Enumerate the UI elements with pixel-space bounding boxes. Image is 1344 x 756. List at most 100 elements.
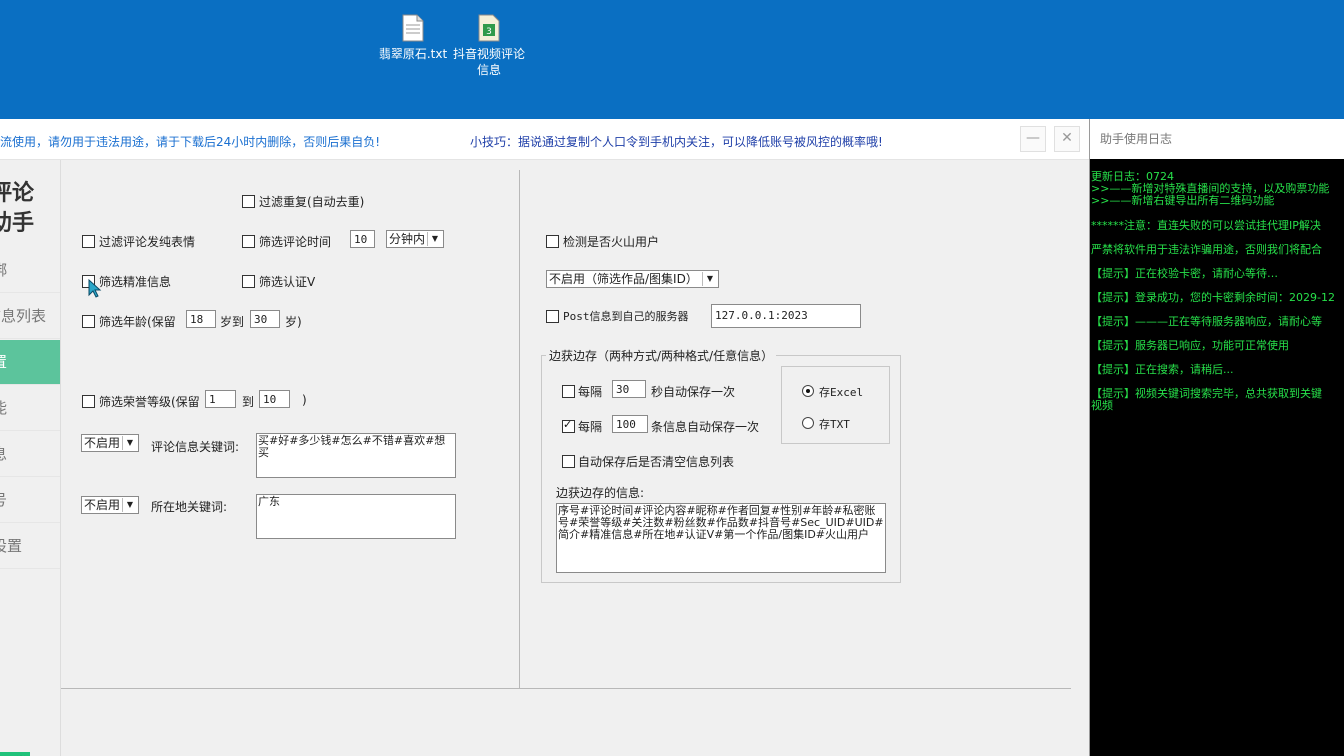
age-checkbox[interactable] xyxy=(82,315,95,328)
log-line: >>——新增右键导出所有二维码功能 xyxy=(1091,194,1275,207)
save-excel-label: 存Excel xyxy=(819,386,864,399)
log-line: >>——新增对特殊直播间的支持，以及购票功能 xyxy=(1091,182,1330,195)
desktop-icon-label: 翡翠原石.txt xyxy=(378,47,448,61)
sidebar-item-label: 置 xyxy=(0,353,7,371)
desktop-icon-excel-file[interactable]: 3 抖音视频评论 信息 xyxy=(450,14,528,78)
desktop-icon-label-line2: 信息 xyxy=(476,63,501,77)
log-line: 【提示】正在校验卡密，请耐心等待… xyxy=(1091,267,1278,280)
comment-keyword-mode-select[interactable]: 不启用 ▼ xyxy=(81,434,139,452)
honor-checkbox[interactable] xyxy=(82,395,95,408)
log-line: 【提示】登录成功，您的卡密剩余时间：2029-12 xyxy=(1091,291,1335,304)
precise-label: 筛选精准信息 xyxy=(99,275,172,289)
log-panel: 助手使用日志 更新日志：0724 >>——新增对特殊直播间的支持，以及购票功能 … xyxy=(1089,119,1344,756)
age-unit-label: 岁) xyxy=(285,315,302,329)
select-value: 分钟内 xyxy=(389,232,426,246)
location-keyword-textarea[interactable]: 广东 xyxy=(256,494,456,539)
comment-time-input[interactable]: 10 xyxy=(350,230,375,248)
notice-bar: 交流使用，请勿用于违法用途，请于下载后24小时内删除，否则后果自负! 小技巧：据… xyxy=(0,119,1089,160)
chevron-down-icon: ▼ xyxy=(702,272,717,286)
sidebar-item-info[interactable]: 息 xyxy=(0,432,60,477)
comment-keyword-textarea[interactable]: 买#好#多少钱#怎么#不错#喜欢#想买 xyxy=(256,433,456,478)
sidebar-item-label: 息 xyxy=(0,445,7,463)
app-logo-line1: 评论 xyxy=(0,180,35,206)
comment-keyword-label: 评论信息关键词: xyxy=(151,440,240,454)
sidebar-item-setup[interactable]: 设置 xyxy=(0,524,60,569)
log-line: ******注意：直连失败的可以尝试挂代理IP解决 xyxy=(1091,219,1321,232)
select-value: 不启用 xyxy=(84,436,121,450)
chevron-down-icon: ▼ xyxy=(427,232,442,246)
desktop-icon-txt-file[interactable]: 翡翠原石.txt xyxy=(378,14,448,62)
age-to-input[interactable]: 30 xyxy=(250,310,280,328)
app-logo-line2: 助手 xyxy=(0,210,35,236)
age-label: 筛选年龄(保留 xyxy=(99,315,176,329)
save-count-label: 每隔 xyxy=(578,420,603,434)
log-title: 助手使用日志 xyxy=(1090,119,1344,159)
verified-checkbox[interactable] xyxy=(242,275,255,288)
mouse-cursor-icon xyxy=(88,279,102,298)
desktop-icon-label-line1: 抖音视频评论 xyxy=(452,47,525,61)
clear-after-save-checkbox[interactable] xyxy=(562,455,575,468)
status-badge: 正常 xyxy=(0,752,31,756)
save-interval-checkbox[interactable] xyxy=(562,385,575,398)
svg-text:3: 3 xyxy=(486,27,492,37)
log-line: 【提示】———正在等待服务器响应，请耐心等 xyxy=(1091,315,1322,328)
emoji-only-label: 过滤评论发纯表情 xyxy=(99,235,196,249)
settings-panel: 过滤重复(自动去重) 过滤评论发纯表情 筛选评论时间 10 分钟内 ▼ 筛选精准信… xyxy=(61,160,1089,756)
location-keyword-label: 所在地关键词: xyxy=(151,500,228,514)
save-count-suffix: 条信息自动保存一次 xyxy=(651,420,760,434)
comment-time-label: 筛选评论时间 xyxy=(259,235,332,249)
save-excel-radio[interactable] xyxy=(802,385,814,397)
minimize-button[interactable]: — xyxy=(1020,126,1046,152)
save-count-checkbox[interactable] xyxy=(562,418,575,433)
honor-to-input[interactable]: 10 xyxy=(259,390,290,408)
verified-label: 筛选认证V xyxy=(259,275,316,289)
log-line: 更新日志：0724 xyxy=(1091,170,1174,183)
age-from-input[interactable]: 18 xyxy=(186,310,216,328)
bottom-divider xyxy=(61,688,1071,689)
close-button[interactable]: ✕ xyxy=(1054,126,1080,152)
sidebar-item-label: 能 xyxy=(0,399,7,417)
sidebar-item-bind[interactable]: 绑 xyxy=(0,248,60,293)
honor-to-label: 到 xyxy=(242,395,255,409)
comment-time-unit-select[interactable]: 分钟内 ▼ xyxy=(386,230,444,248)
sidebar-item-label: 绑 xyxy=(0,261,7,279)
sidebar-item-info-list[interactable]: 信息列表 xyxy=(0,294,60,339)
work-mode-select[interactable]: 不启用（筛选作品/图集ID） ▼ xyxy=(546,270,719,288)
sidebar-item-label: 信息列表 xyxy=(0,307,47,325)
save-group-title: 边获边存（两种方式/两种格式/任意信息） xyxy=(546,347,777,364)
dedupe-checkbox[interactable] xyxy=(242,195,255,208)
save-interval-suffix: 秒自动保存一次 xyxy=(651,385,736,399)
fields-textarea[interactable]: 序号#评论时间#评论内容#昵称#作者回复#性别#年龄#私密账号#荣誉等级#关注数… xyxy=(556,503,886,573)
fields-label: 边获边存的信息: xyxy=(556,486,645,500)
save-txt-radio[interactable] xyxy=(802,417,814,429)
sidebar-item-label: 号 xyxy=(0,491,7,509)
age-to-label: 岁到 xyxy=(220,315,245,329)
save-txt-label: 存TXT xyxy=(819,418,850,431)
save-interval-label: 每隔 xyxy=(578,385,603,399)
select-value: 不启用（筛选作品/图集ID） xyxy=(549,272,698,286)
post-label: Post信息到自己的服务器 xyxy=(563,310,689,323)
save-count-input[interactable]: 100 xyxy=(612,415,648,433)
huoshan-checkbox[interactable] xyxy=(546,235,559,248)
clear-after-save-label: 自动保存后是否清空信息列表 xyxy=(578,455,735,469)
location-keyword-mode-select[interactable]: 不启用 ▼ xyxy=(81,496,139,514)
column-divider xyxy=(519,170,520,688)
post-server-input[interactable]: 127.0.0.1:2023 xyxy=(711,304,861,328)
sidebar: 评论 助手 绑 信息列表 置 能 息 号 设置 正常 xyxy=(0,160,61,756)
log-line: 【提示】视频关键词搜索完毕，总共获取到关键 xyxy=(1091,387,1322,400)
log-line: 视频 xyxy=(1091,399,1113,412)
post-checkbox[interactable] xyxy=(546,310,559,323)
sidebar-item-account[interactable]: 号 xyxy=(0,478,60,523)
log-line: 【提示】正在搜索，请稍后... xyxy=(1091,363,1234,376)
huoshan-label: 检测是否火山用户 xyxy=(563,235,660,249)
excel-file-icon: 3 xyxy=(478,14,500,42)
sidebar-item-function[interactable]: 能 xyxy=(0,386,60,431)
comment-time-checkbox[interactable] xyxy=(242,235,255,248)
sidebar-item-settings-active[interactable]: 置 xyxy=(0,340,60,385)
emoji-only-checkbox[interactable] xyxy=(82,235,95,248)
save-interval-input[interactable]: 30 xyxy=(612,380,646,398)
honor-from-input[interactable]: 1 xyxy=(205,390,236,408)
honor-label: 筛选荣誉等级(保留 xyxy=(99,395,200,409)
chevron-down-icon: ▼ xyxy=(122,498,137,512)
sidebar-item-label: 设置 xyxy=(0,537,23,555)
